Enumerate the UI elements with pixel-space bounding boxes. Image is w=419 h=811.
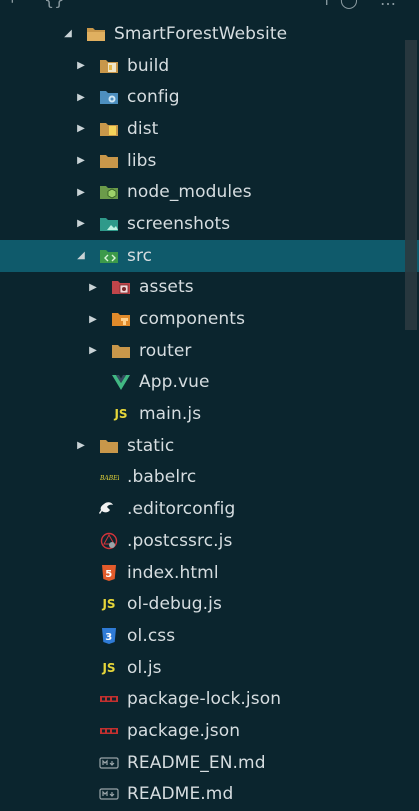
tree-item-label: dist (127, 118, 159, 139)
tree-item-label: screenshots (127, 213, 231, 234)
tree-item-label: index.html (127, 562, 219, 583)
tree-item-screenshots[interactable]: ▶ screenshots (0, 208, 419, 240)
tree-root-smartforestwebsite[interactable]: ◢ SmartForestWebsite (0, 18, 419, 50)
tree-item-label: package.json (127, 720, 241, 741)
tree-item-assets[interactable]: ▶ assets (0, 272, 419, 304)
npm-icon (99, 689, 119, 709)
chevron-right-icon[interactable]: ▶ (75, 218, 87, 229)
folder-src-icon (99, 246, 119, 266)
babel-icon: BABEL (99, 467, 119, 487)
svg-text:5: 5 (105, 569, 112, 580)
tree-item-postcssrc[interactable]: .postcssrc.js (0, 525, 419, 557)
tree-item-main-js[interactable]: JS main.js (0, 398, 419, 430)
tree-item-dist[interactable]: ▶ dist (0, 113, 419, 145)
editorconfig-icon (99, 499, 119, 519)
tree-item-label: router (139, 340, 192, 361)
chevron-right-icon[interactable]: ▶ (75, 187, 87, 198)
folder-components-icon (111, 309, 131, 329)
tree-item-label: components (139, 309, 246, 330)
tree-item-label: .babelrc (127, 467, 197, 488)
chevron-down-icon[interactable]: ◢ (75, 250, 87, 261)
folder-open-icon (86, 24, 106, 44)
folder-build-icon (99, 56, 119, 76)
tree-item-node-modules[interactable]: ▶ node_modules (0, 176, 419, 208)
tree-item-label: node_modules (127, 182, 252, 203)
css3-icon: 3 (99, 626, 119, 646)
vertical-scrollbar[interactable] (405, 40, 417, 330)
folder-icon (111, 341, 131, 361)
arrow-icon[interactable]: ↑ (320, 0, 333, 9)
tree-item-index-html[interactable]: 5 index.html (0, 557, 419, 589)
folder-assets-icon (111, 277, 131, 297)
html5-icon: 5 (99, 563, 119, 583)
tree-item-label: ol.js (127, 657, 162, 678)
file-tree: ◢ SmartForestWebsite ▶ build ▶ config ▶ (0, 18, 419, 810)
more-icon[interactable]: … (380, 0, 396, 9)
chevron-right-icon[interactable]: ▶ (75, 155, 87, 166)
tree-item-label: SmartForestWebsite (114, 23, 288, 44)
code-icon[interactable]: {} (44, 0, 64, 9)
tree-item-label: .editorconfig (127, 499, 236, 520)
tree-item-build[interactable]: ▶ build (0, 50, 419, 82)
js-icon: JS (114, 407, 128, 422)
tree-item-label: package-lock.json (127, 689, 282, 710)
tree-item-label: README_EN.md (127, 752, 266, 773)
vue-icon (111, 372, 131, 392)
tree-item-label: README.md (127, 784, 234, 805)
tree-item-babelrc[interactable]: BABEL .babelrc (0, 462, 419, 494)
tree-item-label: libs (127, 150, 157, 171)
file-explorer: ⌐ {} ↑ ◯ … ◢ SmartForestWebsite ▶ build … (0, 0, 419, 811)
svg-text:BABEL: BABEL (99, 475, 119, 482)
tree-item-components[interactable]: ▶ components (0, 303, 419, 335)
tree-item-readme-md[interactable]: README.md (0, 779, 419, 811)
tree-item-editorconfig[interactable]: .editorconfig (0, 493, 419, 525)
npm-icon (99, 721, 119, 741)
folder-node-icon (99, 182, 119, 202)
js-icon: JS (102, 660, 116, 675)
tree-item-ol-debug-js[interactable]: JS ol-debug.js (0, 588, 419, 620)
tree-item-label: .postcssrc.js (127, 530, 233, 551)
tree-item-label: static (127, 435, 175, 456)
markdown-icon (99, 753, 119, 773)
chevron-right-icon[interactable]: ▶ (87, 314, 99, 325)
chevron-right-icon[interactable]: ▶ (75, 123, 87, 134)
chevron-down-icon[interactable]: ◢ (62, 28, 74, 39)
tree-item-label: ol-debug.js (127, 594, 222, 615)
tree-item-ol-js[interactable]: JS ol.js (0, 652, 419, 684)
folder-config-icon (99, 87, 119, 107)
chevron-right-icon[interactable]: ▶ (87, 282, 99, 293)
tree-item-readme-en-md[interactable]: README_EN.md (0, 747, 419, 779)
chevron-right-icon[interactable]: ▶ (87, 345, 99, 356)
tree-item-label: config (127, 87, 180, 108)
svg-text:3: 3 (105, 632, 112, 643)
tree-item-package-lock-json[interactable]: package-lock.json (0, 683, 419, 715)
refresh-icon[interactable]: ◯ (340, 0, 358, 9)
tree-item-ol-css[interactable]: 3 ol.css (0, 620, 419, 652)
markdown-icon (99, 784, 119, 804)
tree-item-label: src (127, 245, 153, 266)
collapse-icon[interactable]: ⌐ (10, 0, 23, 9)
postcss-icon (99, 531, 119, 551)
tree-item-config[interactable]: ▶ config (0, 81, 419, 113)
tree-item-label: main.js (139, 404, 202, 425)
tree-item-libs[interactable]: ▶ libs (0, 145, 419, 177)
chevron-right-icon[interactable]: ▶ (75, 60, 87, 71)
tree-item-app-vue[interactable]: App.vue (0, 367, 419, 399)
chevron-right-icon[interactable]: ▶ (75, 440, 87, 451)
chevron-right-icon[interactable]: ▶ (75, 92, 87, 103)
folder-icon (99, 436, 119, 456)
tree-item-router[interactable]: ▶ router (0, 335, 419, 367)
folder-icon (99, 151, 119, 171)
tree-item-package-json[interactable]: package.json (0, 715, 419, 747)
folder-images-icon (99, 214, 119, 234)
tree-item-static[interactable]: ▶ static (0, 430, 419, 462)
tree-item-label: assets (139, 277, 194, 298)
tree-item-src[interactable]: ◢ src (0, 239, 419, 272)
tree-item-label: App.vue (139, 372, 210, 393)
tree-item-label: ol.css (127, 625, 176, 646)
folder-dist-icon (99, 119, 119, 139)
explorer-toolbar: ⌐ {} ↑ ◯ … (0, 0, 419, 18)
tree-item-label: build (127, 55, 170, 76)
js-icon: JS (102, 597, 116, 612)
